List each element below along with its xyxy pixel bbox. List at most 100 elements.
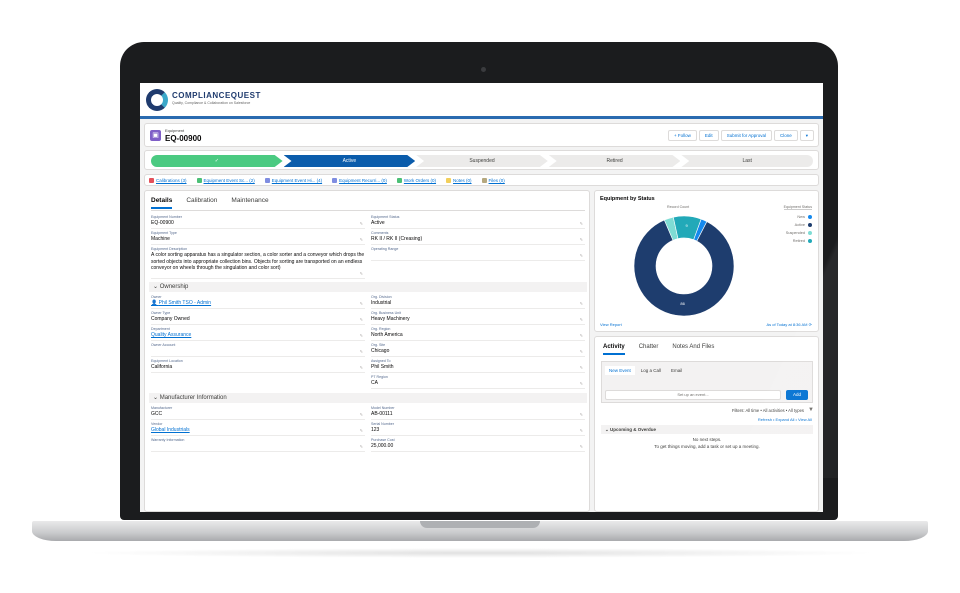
- related-link-work-orders[interactable]: Work Orders (0): [396, 177, 436, 183]
- field-label: Operating Range: [371, 247, 399, 251]
- tab-email[interactable]: Email: [667, 366, 686, 375]
- field-department: Department Quality Assurance ✎: [151, 327, 365, 341]
- related-link-notes[interactable]: Notes (0): [446, 177, 472, 183]
- edit-pencil-icon[interactable]: ✎: [580, 317, 583, 322]
- tab-chatter[interactable]: Chatter: [639, 344, 659, 355]
- related-link-event-history[interactable]: Equipment Event Hi... (4): [264, 177, 323, 183]
- camera: [481, 67, 486, 72]
- edit-pencil-icon[interactable]: ✎: [360, 301, 363, 306]
- field-label: Vendor: [151, 422, 163, 426]
- section-manufacturer[interactable]: ⌄ Manufacturer Information: [149, 393, 587, 403]
- field-org-site: Org. Site Chicago ✎: [371, 343, 585, 357]
- section-ownership[interactable]: ⌄ Ownership: [149, 282, 587, 292]
- tab-maintenance[interactable]: Maintenance: [231, 197, 268, 209]
- tab-details[interactable]: Details: [151, 197, 173, 209]
- field-warranty: Warranty Information ✎: [151, 438, 365, 452]
- edit-pencil-icon[interactable]: ✎: [580, 301, 583, 306]
- field-comments: Comments RK II / RK II (Creasing) ✎: [371, 231, 585, 245]
- view-report-link[interactable]: View Report: [600, 322, 622, 327]
- tab-calibration[interactable]: Calibration: [186, 197, 217, 209]
- related-link-event-schedules[interactable]: Equipment Event Sc... (2): [196, 177, 255, 183]
- edit-pencil-icon[interactable]: ✎: [580, 381, 583, 386]
- edit-pencil-icon[interactable]: ✎: [580, 237, 583, 242]
- edit-pencil-icon[interactable]: ✎: [580, 412, 583, 417]
- upcoming-overdue-section[interactable]: ⌄ Upcoming & Overdue: [601, 425, 813, 434]
- field-value: AB-00111: [371, 411, 393, 417]
- new-event-input[interactable]: Set up an event...: [605, 390, 781, 400]
- calibration-icon: [149, 177, 154, 183]
- edit-pencil-icon[interactable]: ✎: [360, 333, 363, 338]
- tab-divider: [151, 210, 585, 211]
- path-step-suspended[interactable]: Suspended: [416, 155, 548, 167]
- field-label: Warranty Information: [151, 438, 185, 442]
- legend-item-new[interactable]: New: [786, 213, 812, 221]
- edit-pencil-icon[interactable]: ✎: [360, 412, 363, 417]
- legend-label: Suspended: [785, 231, 805, 235]
- field-label: Org. Business Unit: [371, 311, 401, 315]
- edit-pencil-icon[interactable]: ✎: [580, 333, 583, 338]
- owner-link[interactable]: 👤 Phil Smith TSO - Admin: [151, 300, 365, 307]
- legend-item-retired[interactable]: Retired: [786, 237, 812, 245]
- details-tabs: Details Calibration Maintenance: [151, 197, 269, 209]
- composer-tabs: New Event Log a Call Email: [605, 366, 686, 375]
- equipment-icon: ▣: [150, 130, 161, 141]
- tab-log-a-call[interactable]: Log a Call: [637, 366, 665, 375]
- edit-pencil-icon[interactable]: ✎: [580, 428, 583, 433]
- field-purchase-cost: Purchase Cost 25,000.00 ✎: [371, 438, 585, 452]
- legend-item-active[interactable]: Active: [786, 221, 812, 229]
- edit-pencil-icon[interactable]: ✎: [360, 271, 363, 276]
- legend-item-suspended[interactable]: Suspended: [786, 229, 812, 237]
- edit-pencil-icon[interactable]: ✎: [360, 237, 363, 242]
- related-label: Equipment Event Sc... (2): [203, 177, 255, 183]
- path-step-complete[interactable]: ✓: [151, 155, 283, 167]
- field-value: Company Owned: [151, 316, 190, 322]
- path-step-active[interactable]: Active: [283, 155, 416, 167]
- path-step-retired[interactable]: Retired: [548, 155, 681, 167]
- field-value: California: [151, 364, 173, 370]
- edit-pencil-icon[interactable]: ✎: [580, 349, 583, 354]
- more-actions-button[interactable]: ▾: [799, 130, 814, 141]
- edit-pencil-icon[interactable]: ✎: [580, 221, 583, 226]
- edit-pencil-icon[interactable]: ✎: [360, 365, 363, 370]
- laptop-notch: [420, 521, 540, 528]
- chart-title: Equipment by Status: [600, 196, 655, 202]
- related-link-recurring[interactable]: Equipment Recurri... (0): [332, 177, 387, 183]
- related-label: Equipment Event Hi... (4): [271, 177, 323, 183]
- edit-pencil-icon[interactable]: ✎: [580, 365, 583, 370]
- add-button[interactable]: Add: [786, 390, 808, 400]
- tab-activity[interactable]: Activity: [603, 344, 625, 355]
- edit-pencil-icon[interactable]: ✎: [360, 428, 363, 433]
- equipment-status-chart-card: Equipment by Status Record Count Equipme…: [594, 190, 819, 332]
- edit-pencil-icon[interactable]: ✎: [360, 444, 363, 449]
- record-name: EQ-00900: [165, 134, 202, 143]
- path-step-last[interactable]: Last: [681, 155, 813, 167]
- field-equipment-number: Equipment Number EQ-00900 ✎: [151, 215, 365, 229]
- submit-approval-button[interactable]: Submit for Approval: [720, 130, 772, 141]
- field-serial-number: Serial Number 123 ✎: [371, 422, 585, 436]
- tab-new-event[interactable]: New Event: [605, 366, 635, 375]
- edit-pencil-icon[interactable]: ✎: [360, 221, 363, 226]
- edit-pencil-icon[interactable]: ✎: [580, 253, 583, 258]
- refresh-icon[interactable]: ⟳: [809, 322, 812, 327]
- edit-pencil-icon[interactable]: ✎: [360, 317, 363, 322]
- related-link-calibrations[interactable]: Calibrations (3): [149, 177, 187, 183]
- field-owner-type: Owner Type Company Owned ✎: [151, 311, 365, 325]
- vendor-link[interactable]: Global Industrials: [151, 427, 365, 434]
- section-title: Ownership: [159, 284, 189, 290]
- field-value: Phil Smith: [371, 364, 394, 370]
- department-link[interactable]: Quality Assurance: [151, 332, 365, 339]
- field-manufacturer: Manufacturer GCC ✎: [151, 406, 365, 420]
- filter-icon[interactable]: ▼: [808, 407, 814, 413]
- related-link-files[interactable]: Files (0): [481, 177, 505, 183]
- edit-button[interactable]: Edit: [698, 130, 719, 141]
- related-label: Equipment Recurri... (0): [339, 177, 387, 183]
- edit-pencil-icon[interactable]: ✎: [360, 349, 363, 354]
- related-label: Calibrations (3): [156, 177, 187, 183]
- tab-notes-and-files[interactable]: Notes And Files: [672, 344, 714, 355]
- edit-pencil-icon[interactable]: ✎: [580, 444, 583, 449]
- clone-button[interactable]: Clone: [773, 130, 798, 141]
- follow-button[interactable]: + Follow: [668, 130, 697, 141]
- empty-hint: To get things moving, add a task or set …: [654, 443, 760, 449]
- notes-icon: [446, 177, 452, 183]
- activity-refresh-links[interactable]: Refresh • Expand All • View All: [758, 417, 812, 422]
